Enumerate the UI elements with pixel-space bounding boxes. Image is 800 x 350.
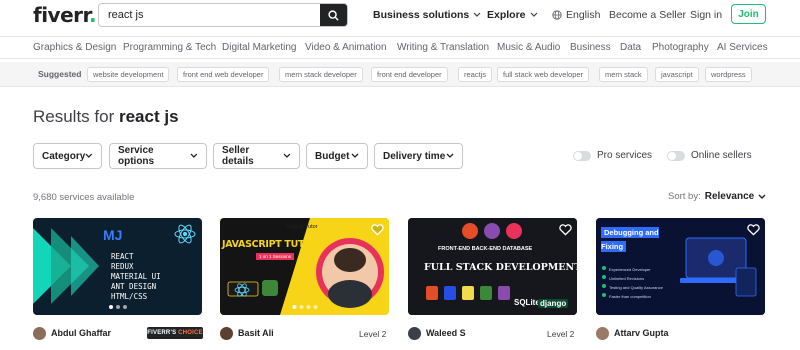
globe-icon [552, 10, 562, 20]
heart-icon[interactable] [747, 223, 760, 241]
seller-info[interactable]: Basit Ali [220, 326, 274, 340]
category-item[interactable]: Data [620, 42, 641, 53]
thumbnail-tag: 1 on 1 Sessions [256, 253, 295, 260]
nav-language[interactable]: English [552, 9, 600, 21]
seller-level: Level 2 [359, 329, 387, 339]
thumbnail-title: JAVASCRIPT TUTOR [222, 239, 319, 250]
seller-name[interactable]: Waleed S [426, 328, 466, 338]
suggested-chip[interactable]: mern stack developer [279, 67, 363, 82]
filter-delivery-time[interactable]: Delivery time [374, 143, 463, 169]
suggested-bar: Suggested website development front end … [0, 62, 800, 87]
suggested-chip[interactable]: reactjs [458, 67, 493, 82]
thumbnail-list: REACT REDUX MATERIAL UI ANT DESIGN HTML/… [111, 252, 161, 301]
seller-info[interactable]: Abdul Ghaffar [33, 326, 111, 340]
seller-name[interactable]: Basit Ali [238, 328, 274, 338]
filter-seller-details[interactable]: Seller details [213, 143, 300, 169]
suggested-chip[interactable]: front end developer [371, 67, 448, 82]
nav-sign-in[interactable]: Sign in [690, 9, 722, 21]
heart-icon[interactable] [371, 223, 384, 241]
suggested-chip[interactable]: mern stack [599, 67, 648, 82]
chevron-down-icon [283, 153, 291, 158]
search-bar [98, 3, 348, 27]
suggested-chip[interactable]: full stack web developer [497, 67, 590, 82]
gig-thumbnail[interactable]: Debugging and Fixing Experienced Develop… [596, 218, 765, 315]
avatar [596, 326, 609, 340]
thumbnail-subtitle: FRONT-END BACK-END DATABASE [438, 246, 533, 252]
suggested-chip[interactable]: wordpress [705, 67, 752, 82]
toggle-online-sellers[interactable]: Online sellers [667, 150, 752, 161]
sort-by[interactable]: Sort by: Relevance [668, 191, 766, 202]
fiverr-logo[interactable]: fiverr. [33, 3, 97, 27]
avatar [408, 326, 421, 340]
search-input[interactable] [99, 4, 321, 26]
category-item[interactable]: Graphics & Design [33, 42, 116, 53]
suggested-chip[interactable]: website development [87, 67, 170, 82]
chevron-down-icon [758, 194, 766, 199]
gig-thumbnail[interactable]: Coding Tutor JAVASCRIPT TUTOR 1 on 1 Ses… [220, 218, 389, 315]
results-count: 9,680 services available [33, 192, 135, 203]
category-item[interactable]: Video & Animation [305, 42, 387, 53]
thumbnail-list: Experienced Developer Unlimited Revision… [609, 267, 663, 299]
gig-thumbnail[interactable]: MJ REACT REDUX MATERIAL UI ANT DESIGN HT… [33, 218, 202, 315]
heart-icon[interactable] [559, 223, 572, 241]
filter-service-options[interactable]: Service options [109, 143, 207, 169]
toggle-switch[interactable] [667, 150, 685, 161]
search-icon [328, 9, 339, 21]
nav-business-solutions[interactable]: Business solutions [373, 9, 481, 21]
seller-name[interactable]: Attarv Gupta [614, 328, 669, 338]
filter-category[interactable]: Category [33, 143, 102, 169]
results-title: Results for react js [33, 107, 179, 126]
search-button[interactable] [320, 4, 347, 26]
avatar [33, 326, 46, 340]
chevron-down-icon [190, 153, 198, 158]
svg-text:MJ: MJ [103, 227, 122, 243]
seller-info[interactable]: Attarv Gupta [596, 326, 669, 340]
nav-become-seller[interactable]: Become a Seller [609, 9, 686, 21]
thumbnail-title: Debugging and Fixing [601, 227, 659, 252]
chevron-down-icon [446, 153, 454, 158]
category-item[interactable]: Photography [652, 42, 709, 53]
header: fiverr. Business solutions Explore Engli… [0, 0, 800, 32]
carousel-dots[interactable] [108, 305, 127, 309]
category-item[interactable]: Music & Audio [497, 42, 560, 53]
toggle-switch[interactable] [573, 150, 591, 161]
suggested-chip[interactable]: front end web developer [177, 67, 270, 82]
chevron-down-icon [85, 153, 93, 158]
gig-thumbnail[interactable]: FRONT-END BACK-END DATABASE FULL STACK D… [408, 218, 577, 315]
seller-name[interactable]: Abdul Ghaffar [51, 328, 111, 338]
chevron-down-icon [530, 12, 537, 17]
thumbnail-graphic [220, 218, 389, 315]
category-menu: Graphics & Design Programming & Tech Dig… [0, 36, 800, 59]
fiverrs-choice-badge: FIVERR'S CHOICE [147, 327, 203, 339]
avatar [220, 326, 233, 340]
thumbnail-logo-text: SQLite [514, 298, 540, 307]
suggested-label: Suggested [38, 69, 82, 79]
suggested-chip[interactable]: javascript [655, 67, 699, 82]
category-item[interactable]: Business [570, 42, 611, 53]
thumbnail-logo-text: django [538, 299, 569, 308]
nav-explore[interactable]: Explore [487, 9, 538, 21]
category-item[interactable]: Digital Marketing [222, 42, 296, 53]
category-item[interactable]: Writing & Translation [397, 42, 489, 53]
carousel-dots[interactable] [292, 305, 317, 309]
seller-info[interactable]: Waleed S [408, 326, 466, 340]
chevron-down-icon [473, 12, 481, 17]
seller-level: Level 2 [547, 329, 575, 339]
category-item[interactable]: Programming & Tech [123, 42, 216, 53]
chevron-down-icon [351, 153, 359, 158]
toggle-pro-services[interactable]: Pro services [573, 150, 652, 161]
thumbnail-title: FULL STACK DEVELOPMENT [424, 262, 577, 273]
category-item[interactable]: AI Services [717, 42, 768, 53]
filter-budget[interactable]: Budget [306, 143, 368, 169]
thumbnail-subtitle: Coding Tutor [286, 224, 318, 230]
join-button[interactable]: Join [731, 4, 766, 24]
